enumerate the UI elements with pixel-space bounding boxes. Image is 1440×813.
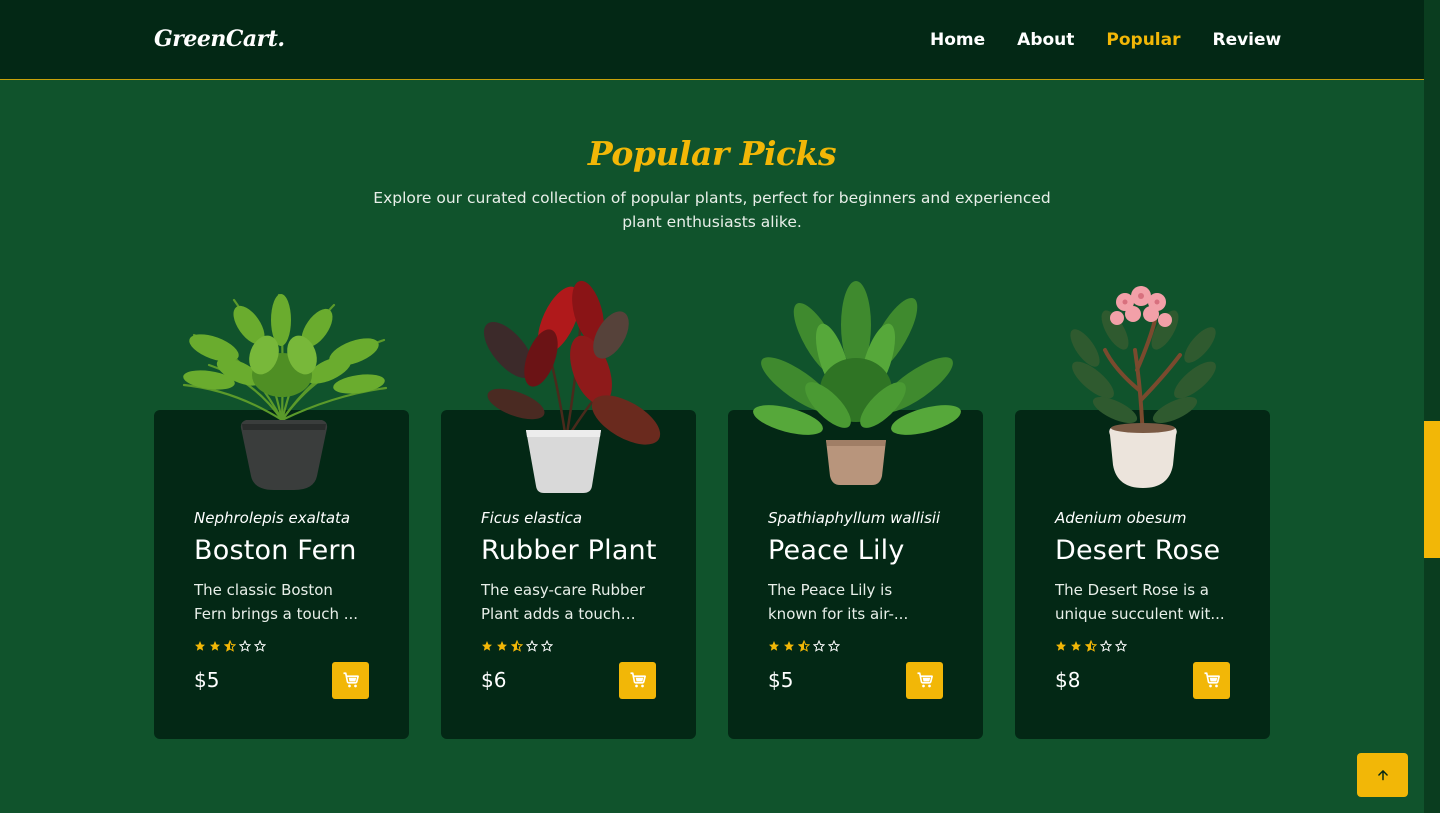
- product-description-text: The easy-care Rubber Plant adds a touch …: [481, 581, 645, 623]
- rating-stars: [1055, 638, 1230, 654]
- navbar: GreenCart. Home About Popular Review: [0, 0, 1424, 80]
- scrollbar-track[interactable]: [1424, 0, 1440, 813]
- cart-icon: [343, 672, 359, 688]
- product-price: $8: [1055, 668, 1081, 692]
- star-half-icon: [1085, 640, 1097, 652]
- product-card: Ficus elastica Rubber Plant The easy-car…: [441, 280, 696, 739]
- star-full-icon: [1056, 641, 1066, 651]
- add-to-cart-button[interactable]: [906, 661, 943, 699]
- add-to-cart-button[interactable]: [332, 661, 369, 699]
- product-card: Nephrolepis exaltata Boston Fern The cla…: [154, 293, 409, 739]
- product-card: Spathiaphyllum wallisii Peace Lily The P…: [728, 281, 983, 739]
- star-full-icon: [769, 641, 779, 651]
- nav-about-link[interactable]: About: [1017, 28, 1074, 52]
- nav-popular-link[interactable]: Popular: [1106, 28, 1180, 52]
- product-name: Peace Lily: [768, 535, 905, 566]
- product-description-text: The classic Boston Fern brings a touch .…: [194, 581, 359, 623]
- add-to-cart-button[interactable]: [619, 661, 656, 699]
- star-half-icon: [798, 640, 810, 652]
- product-name: Desert Rose: [1055, 535, 1221, 566]
- star-full-icon: [195, 641, 205, 651]
- product-description: The classic Boston Fern brings a touch .…: [194, 578, 364, 626]
- rating-stars: [194, 638, 369, 654]
- star-empty-icon: [1115, 640, 1127, 652]
- scientific-name: Spathiaphyllum wallisii: [768, 509, 941, 527]
- star-full-icon: [784, 641, 794, 651]
- fern-plant-image: [182, 293, 388, 490]
- scientific-name: Ficus elastica: [481, 509, 583, 527]
- section-subtitle: Explore our curated collection of popula…: [373, 189, 1051, 231]
- page: GreenCart. Home About Popular Review Pop…: [0, 0, 1424, 813]
- scientific-name: Nephrolepis exaltata: [194, 509, 351, 527]
- cart-icon: [630, 672, 646, 688]
- product-description-text: The Desert Rose is a unique succulent wi…: [1055, 581, 1225, 623]
- desert-rose-plant-image: [1070, 286, 1216, 488]
- main-nav: Home About Popular Review: [930, 28, 1281, 52]
- product-price: $6: [481, 668, 507, 692]
- star-empty-icon: [254, 640, 266, 652]
- add-to-cart-button[interactable]: [1193, 661, 1230, 699]
- star-half-icon: [224, 640, 236, 652]
- star-empty-icon: [239, 640, 251, 652]
- product-description: The Peace Lily is known for its air-...: [768, 578, 938, 626]
- product-description: The easy-care Rubber Plant adds a touch …: [481, 578, 651, 626]
- star-empty-icon: [541, 640, 553, 652]
- product-name: Boston Fern: [194, 535, 357, 566]
- star-empty-icon: [828, 640, 840, 652]
- nav-home-link[interactable]: Home: [930, 28, 985, 52]
- card-footer: $5: [194, 661, 369, 699]
- star-full-icon: [482, 641, 492, 651]
- arrow-up-icon: [1377, 770, 1388, 781]
- product-description: The Desert Rose is a unique succulent wi…: [1055, 578, 1225, 626]
- star-empty-icon: [526, 640, 538, 652]
- section-title: Popular Picks: [587, 134, 837, 173]
- card-footer: $8: [1055, 661, 1230, 699]
- rating-stars: [768, 638, 943, 654]
- product-name: Rubber Plant: [481, 535, 657, 566]
- peace-lily-plant-image: [753, 281, 961, 485]
- card-footer: $5: [768, 661, 943, 699]
- star-empty-icon: [1100, 640, 1112, 652]
- product-price: $5: [768, 668, 794, 692]
- nav-review-link[interactable]: Review: [1212, 28, 1281, 52]
- star-full-icon: [497, 641, 507, 651]
- star-half-icon: [511, 640, 523, 652]
- scrollbar-thumb[interactable]: [1424, 421, 1440, 558]
- cart-icon: [917, 672, 933, 688]
- rubber-plant-image: [483, 280, 661, 493]
- product-price: $5: [194, 668, 220, 692]
- star-empty-icon: [813, 640, 825, 652]
- logo[interactable]: GreenCart.: [154, 26, 285, 52]
- scientific-name: Adenium obesum: [1055, 509, 1187, 527]
- rating-stars: [481, 638, 656, 654]
- star-full-icon: [210, 641, 220, 651]
- scroll-to-top-button[interactable]: [1357, 753, 1408, 797]
- product-card: Adenium obesum Desert Rose The Desert Ro…: [1015, 286, 1270, 739]
- product-description-text: The Peace Lily is known for its air-...: [768, 581, 909, 623]
- card-footer: $6: [481, 661, 656, 699]
- star-full-icon: [1071, 641, 1081, 651]
- cart-icon: [1204, 672, 1220, 688]
